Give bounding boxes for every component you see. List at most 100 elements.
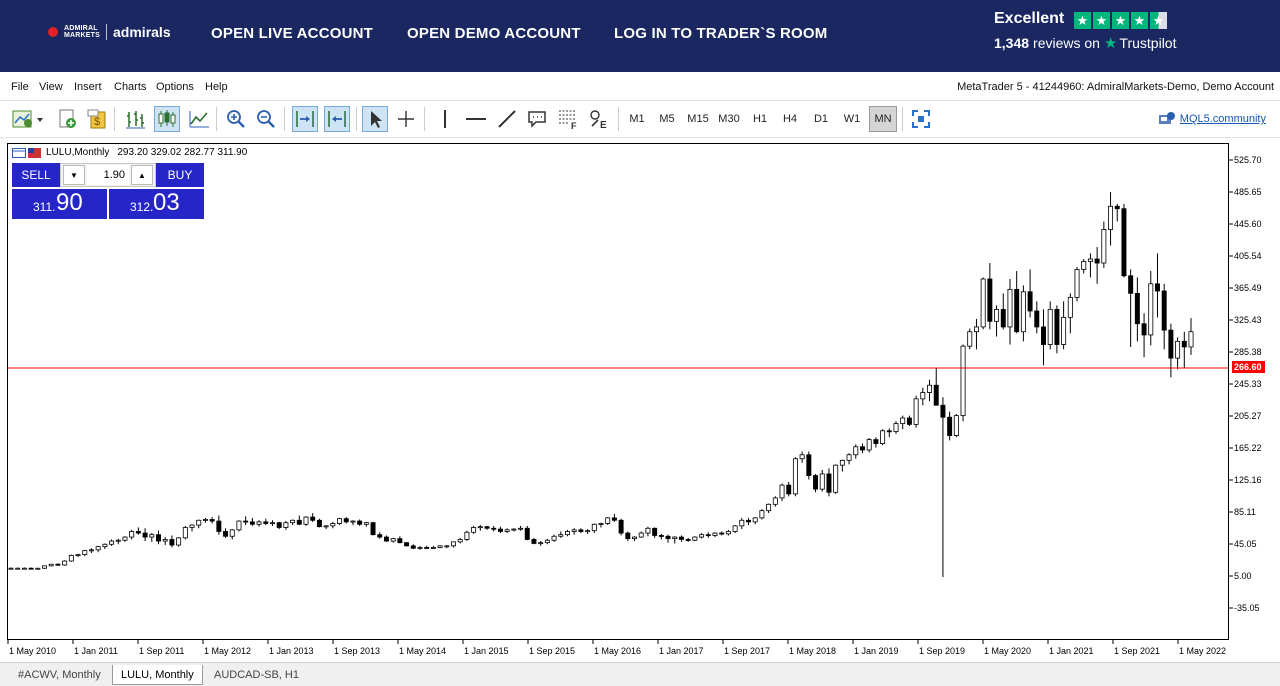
buy-button[interactable]: BUY [156,163,204,187]
price-tick-label: 285.38 [1234,347,1262,357]
candle [249,517,255,526]
open-live-account-link[interactable]: OPEN LIVE ACCOUNT [211,25,373,42]
lot-increase-button[interactable]: ▲ [131,165,153,185]
candle [578,528,584,534]
tab-lulu-monthly[interactable]: LULU, Monthly [112,665,203,685]
toolbar-separator [618,107,619,131]
candle [290,519,296,526]
lot-size-input[interactable] [87,165,129,185]
candle [605,517,611,526]
menu-help[interactable]: Help [205,81,228,93]
timeframe-m5[interactable]: M5 [654,106,680,132]
timeframe-h1[interactable]: H1 [747,106,773,132]
candle [223,528,229,538]
bar-chart-button[interactable] [122,106,148,132]
open-demo-account-link[interactable]: OPEN DEMO ACCOUNT [407,25,581,42]
menu-options[interactable]: Options [156,81,194,93]
candle-body [987,278,993,322]
candle-body [8,567,14,570]
lot-decrease-button[interactable]: ▼ [63,165,85,185]
menu-file[interactable]: File [11,81,29,93]
candle [873,437,879,448]
candle-body [95,546,101,551]
zoom-in-button[interactable] [223,106,249,132]
time-tick-label: 1 Sep 2013 [334,646,380,656]
vertical-line-tool-button[interactable] [432,106,458,132]
mql5-community-link[interactable]: MQL5.community [1158,111,1266,127]
fullscreen-button[interactable] [908,106,934,132]
chart-shift-button[interactable] [324,106,350,132]
timeframe-m1[interactable]: M1 [624,106,650,132]
candle-body [980,278,986,328]
candle-body [390,538,396,542]
menu-charts[interactable]: Charts [114,81,146,93]
svg-text:E: E [600,120,607,130]
candle [451,541,456,548]
menu-view[interactable]: View [39,81,63,93]
candle [437,545,443,549]
candle-body [457,539,463,543]
candle-body [410,545,416,549]
trustpilot-widget[interactable]: Excellent ★ ★ ★ ★ ★ 1,348 reviews on ★ Tr… [994,10,1176,52]
shapes-icon: E [590,110,607,130]
buy-price[interactable]: 312. 03 [109,189,204,219]
cursor-tool-button[interactable] [362,106,388,132]
candle-body [15,567,21,570]
candle [135,527,141,535]
candle [1054,305,1060,354]
timeframe-w1[interactable]: W1 [839,106,865,132]
candle [839,459,845,472]
candle [766,503,772,514]
candle-body [1020,291,1026,333]
buy-price-integer: 312. [130,200,154,214]
price-tick-label: 325.43 [1234,315,1262,325]
candle-body [1007,288,1013,328]
tab-audcad-h1[interactable]: AUDCAD-SB, H1 [206,665,307,685]
candle [712,532,718,538]
timeframe-d1[interactable]: D1 [808,106,834,132]
chart-tabs: #ACWV, Monthly LULU, Monthly AUDCAD-SB, … [0,662,1280,686]
candlestick-chart-button[interactable] [154,106,180,132]
crosshair-tool-button[interactable] [393,106,419,132]
trendline-tool-button[interactable] [494,106,520,132]
price-axis[interactable]: 525.70 485.65 445.60 405.54 365.49 325.43 285.… [1229,143,1280,640]
line-chart-button[interactable] [186,106,212,132]
candle [410,544,416,550]
half-star-icon: ★ [1150,12,1167,29]
timeframe-mn[interactable]: MN [869,106,897,132]
profiles-button[interactable] [54,106,80,132]
tab-acwv-monthly[interactable]: #ACWV, Monthly [10,665,109,685]
candle [182,525,188,540]
candle [55,563,61,566]
timeframe-m15[interactable]: M15 [684,106,712,132]
candle [8,567,14,570]
new-chart-button[interactable] [10,106,46,132]
menu-insert[interactable]: Insert [74,81,102,93]
candle [645,526,651,537]
sell-button[interactable]: SELL [12,163,60,187]
time-tick-label: 1 Sep 2019 [919,646,965,656]
timeframe-h4[interactable]: H4 [777,106,803,132]
text-label-tool-button[interactable] [524,106,550,132]
candle [196,519,202,529]
admirals-logo[interactable]: ADMIRAL MARKETS admirals [48,24,171,40]
candle [477,525,483,531]
shapes-tool-button[interactable]: E [586,106,612,132]
auto-scroll-button[interactable] [292,106,318,132]
horizontal-line-tool-button[interactable] [463,106,489,132]
candle-body [598,523,604,525]
candle [397,536,403,544]
fibonacci-tool-button[interactable]: F [555,106,581,132]
traders-room-login-link[interactable]: LOG IN TO TRADER`S ROOM [614,25,828,42]
zoom-out-button[interactable] [253,106,279,132]
candle-body [263,521,269,524]
candle-body [605,517,611,524]
candle-body [122,536,128,541]
candle [719,531,725,536]
market-watch-button[interactable]: $ [84,106,110,132]
candle [752,517,758,525]
time-axis[interactable]: 1 May 2010 1 Jan 2011 1 Sep 2011 1 May 2012… [7,640,1229,660]
candle-body [1114,205,1120,210]
sell-price[interactable]: 311. 90 [12,189,107,219]
timeframe-m30[interactable]: M30 [715,106,743,132]
